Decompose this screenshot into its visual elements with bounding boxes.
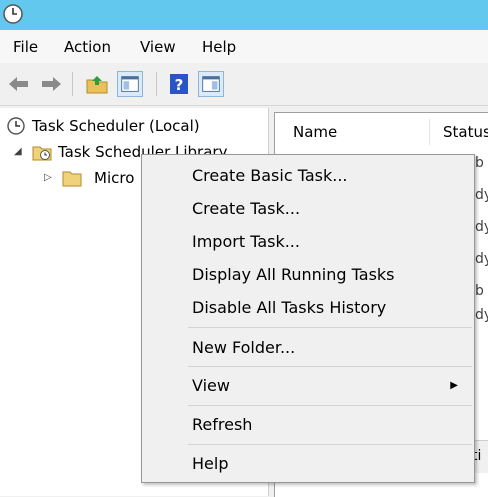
collapse-triangle-icon[interactable]: ◢ [14, 140, 22, 164]
console-tree-icon[interactable] [117, 71, 143, 97]
title-bar [0, 0, 488, 30]
toolbar-separator [72, 72, 73, 96]
menu-item-refresh[interactable]: Refresh [144, 410, 472, 440]
action-pane-icon[interactable] [198, 71, 224, 97]
clock-icon [6, 116, 26, 136]
help-icon[interactable]: ? [166, 71, 192, 97]
status-cell: dy [475, 187, 488, 203]
back-arrow-icon[interactable] [6, 71, 32, 97]
expand-triangle-icon[interactable]: ▷ [44, 166, 52, 190]
menu-item-create-task[interactable]: Create Task... [144, 194, 472, 224]
menu-item-display-running-tasks[interactable]: Display All Running Tasks [144, 260, 472, 290]
submenu-arrow-icon: ▶ [450, 380, 458, 391]
tree-node-label: Task Scheduler (Local) [32, 117, 200, 135]
status-cell: dy [475, 219, 488, 235]
status-cell: b [475, 283, 484, 299]
context-menu: Create Basic Task... Create Task... Impo… [141, 154, 475, 483]
tree-node-microsoft[interactable]: ▷ Micro [42, 166, 142, 190]
menu-item-new-folder[interactable]: New Folder... [144, 333, 472, 363]
folder-icon [62, 168, 82, 188]
clock-icon[interactable] [2, 3, 24, 25]
menu-item-disable-tasks-history[interactable]: Disable All Tasks History [144, 293, 472, 323]
toolbar-separator [156, 72, 157, 96]
menu-item-create-basic-task[interactable]: Create Basic Task... [144, 161, 472, 191]
menu-item-help[interactable]: Help [144, 449, 472, 479]
menu-separator [188, 444, 472, 445]
menu-help[interactable]: Help [202, 38, 236, 56]
status-cell: dy [475, 251, 488, 267]
menu-item-import-task[interactable]: Import Task... [144, 227, 472, 257]
column-header-status[interactable]: Status [443, 119, 488, 145]
clock-folder-icon [32, 142, 52, 162]
column-header-name[interactable]: Name [293, 119, 430, 145]
status-cell: b [475, 155, 484, 171]
menu-separator [188, 405, 472, 406]
tree-node-root[interactable]: Task Scheduler (Local) [6, 114, 266, 138]
forward-arrow-icon[interactable] [38, 71, 64, 97]
menu-file[interactable]: File [13, 38, 38, 56]
menu-bar: File Action View Help [0, 30, 488, 63]
menu-separator [188, 327, 472, 328]
up-folder-icon[interactable] [84, 71, 110, 97]
status-cell: dy [475, 307, 488, 323]
menu-item-view[interactable]: View ▶ [144, 371, 472, 401]
menu-view[interactable]: View [140, 38, 176, 56]
menu-action[interactable]: Action [64, 38, 111, 56]
tree-node-label: Micro [94, 169, 135, 187]
menu-separator [188, 366, 472, 367]
svg-text:?: ? [175, 76, 184, 94]
toolbar: ? [0, 63, 488, 106]
